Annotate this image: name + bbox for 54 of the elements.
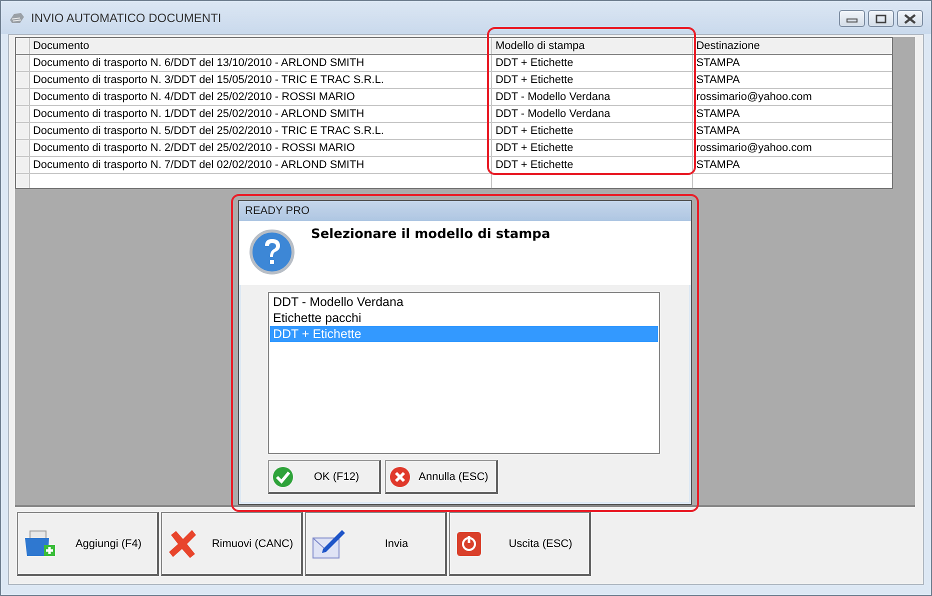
toolbar-button[interactable]: Invia — [305, 512, 447, 576]
row-header[interactable] — [16, 72, 30, 88]
row-header[interactable] — [16, 106, 30, 122]
close-icon — [903, 14, 917, 24]
window-title: INVIO AUTOMATICO DOCUMENTI — [31, 10, 222, 24]
dialog-message: Selezionare il modello di stampa — [311, 227, 550, 242]
table-cell-text: rossimario@yahoo.com — [695, 141, 813, 156]
cancel-icon — [389, 466, 411, 488]
table-cell: Documento di trasporto N. 2/DDT del 25/02/2010 - ROSSI MARIO — [30, 140, 492, 156]
table-cell-text: STAMPA — [695, 107, 741, 122]
close-button[interactable] — [897, 10, 923, 27]
table-cell-text: STAMPA — [695, 56, 741, 71]
table-cell: Documento di trasporto N. 1/DDT del 25/02/2010 - ARLOND SMITH — [30, 106, 492, 122]
ok-button[interactable]: OK (F12) — [268, 460, 381, 494]
table-cell: Documento di trasporto N. 4/DDT del 25/02/2010 - ROSSI MARIO — [30, 89, 492, 105]
row-header[interactable] — [16, 89, 30, 105]
row-header[interactable] — [16, 174, 30, 188]
minimize-button[interactable] — [839, 10, 865, 27]
row-header[interactable] — [16, 123, 30, 139]
cancel-button[interactable]: Annulla (ESC) — [385, 460, 498, 494]
table-cell: DDT + Etichette — [492, 72, 694, 88]
table-cell: Documento di trasporto N. 6/DDT del 13/10/2010 - ARLOND SMITH — [30, 55, 492, 71]
table-cell-text: STAMPA — [695, 124, 741, 139]
check-icon — [272, 466, 294, 488]
envelope-pen-icon — [312, 528, 348, 560]
toolbar-button[interactable]: Aggiungi (F4) — [17, 512, 159, 576]
column-header[interactable]: Destinazione — [693, 38, 892, 54]
toolbar-button[interactable]: Uscita (ESC) — [449, 512, 591, 576]
table-cell-text: rossimario@yahoo.com — [695, 90, 813, 105]
table-cell: DDT - Modello Verdana — [492, 106, 694, 122]
row-header[interactable] — [16, 55, 30, 71]
table-cell: Documento di trasporto N. 5/DDT del 25/02/2010 - TRIC E TRAC S.R.L. — [30, 123, 492, 139]
table-cell: Documento di trasporto N. 3/DDT del 15/05/2010 - TRIC E TRAC S.R.L. — [30, 72, 492, 88]
column-header[interactable]: Modello di stampa — [492, 38, 694, 54]
row-header[interactable] — [16, 157, 30, 173]
toolbar-button[interactable]: Rimuovi (CANC) — [161, 512, 303, 576]
row-header[interactable] — [16, 140, 30, 156]
table-cell-text: STAMPA — [695, 158, 741, 173]
column-header[interactable]: Documento — [30, 38, 492, 54]
table-cell: DDT + Etichette — [492, 140, 694, 156]
maximize-button[interactable] — [868, 10, 894, 27]
app-icon — [9, 10, 25, 24]
table-cell: DDT + Etichette — [492, 55, 694, 71]
list-item[interactable]: DDT - Modello Verdana — [270, 294, 658, 310]
row-header — [16, 38, 30, 54]
question-icon — [249, 229, 295, 275]
table-cell: DDT + Etichette — [492, 123, 694, 139]
dialog-title: READY PRO — [239, 201, 691, 221]
maximize-icon — [875, 14, 887, 24]
table-cell: DDT + Etichette — [492, 157, 694, 173]
table-cell: Documento di trasporto N. 7/DDT del 02/02/2010 - ARLOND SMITH — [30, 157, 492, 173]
table-cell: DDT - Modello Verdana — [492, 89, 694, 105]
table-cell-text: STAMPA — [695, 73, 741, 88]
list-item[interactable]: Etichette pacchi — [270, 310, 658, 326]
